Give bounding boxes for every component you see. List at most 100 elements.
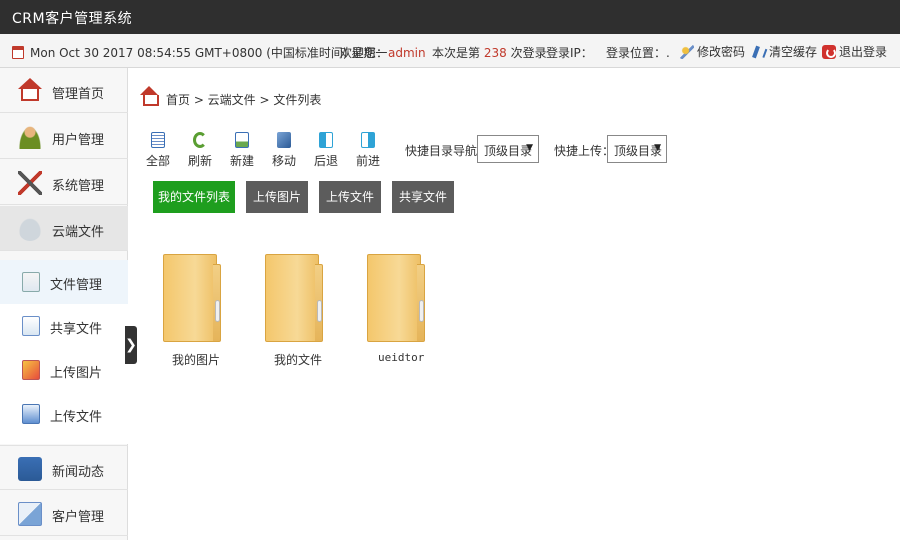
sidebar-subitem-upload-image[interactable]: 上传图片 [0, 348, 128, 392]
login-ip-label: 登录IP： [546, 46, 593, 60]
sidebar-subitem-upload-file[interactable]: 上传文件 [0, 392, 128, 436]
back-icon [319, 132, 333, 148]
move-button[interactable]: 移动 [266, 132, 302, 170]
clear-cache-link[interactable]: 清空缓存 [752, 43, 817, 60]
login-count: 本次是第 238 次登录 [432, 44, 547, 61]
sidebar-item-label: 用户管理 [52, 133, 105, 148]
change-password-link[interactable]: 修改密码 [680, 43, 745, 60]
sidebar: 管理首页 用户管理 系统管理 云端文件 文件管理 共享文件 上传图片 上传文件 [0, 68, 128, 540]
sidebar-subitem-file-manager[interactable]: 文件管理 [0, 260, 128, 304]
broom-icon [752, 45, 766, 59]
tab-upload-image[interactable]: 上传图片 [246, 181, 308, 213]
folder-label[interactable]: 我的文件 [274, 351, 322, 368]
sidebar-item-cloud-files[interactable]: 云端文件 [0, 206, 128, 251]
cloud-icon [18, 217, 42, 241]
forward-icon [361, 132, 375, 148]
welcome-text: 欢迎您：admin [340, 44, 426, 61]
sidebar-item-label: 管理首页 [52, 87, 105, 102]
folder-icon [265, 254, 319, 342]
folder-icon [367, 254, 421, 342]
calendar-icon [12, 46, 24, 59]
tools-icon [18, 171, 42, 195]
toolbar-button-label: 刷新 [187, 154, 212, 168]
dir-nav-selected-value: 顶级目录 [484, 144, 533, 158]
list-all-button[interactable]: 全部 [140, 132, 176, 170]
sidebar-subitem-label: 上传文件 [50, 410, 103, 425]
file-manager-icon [22, 272, 40, 292]
sidebar-item-users[interactable]: 用户管理 [0, 114, 128, 159]
clear-cache-label: 清空缓存 [769, 45, 818, 59]
customer-icon [18, 502, 42, 526]
folder-my-pictures[interactable] [163, 254, 223, 346]
move-icon [277, 132, 291, 148]
sidebar-item-home[interactable]: 管理首页 [0, 68, 128, 113]
breadcrumb-text: 首页 > 云端文件 > 文件列表 [166, 93, 322, 107]
sidebar-item-news[interactable]: 新闻动态 [0, 445, 128, 490]
toolbar-button-label: 前进 [355, 154, 380, 168]
new-icon [235, 132, 249, 148]
sidebar-collapse-toggle[interactable]: ❯ [125, 326, 137, 364]
folder-label[interactable]: ueidtor [378, 351, 424, 364]
toolbar-button-label: 全部 [145, 154, 170, 168]
news-icon [18, 457, 42, 481]
share-file-icon [22, 316, 40, 336]
title-bar: CRM客户管理系统 [0, 0, 900, 34]
folder-label[interactable]: 我的图片 [172, 351, 220, 368]
toolbar-button-label: 移动 [271, 154, 296, 168]
home-icon[interactable] [140, 86, 159, 106]
key-icon [680, 45, 694, 59]
sidebar-item-label: 云端文件 [52, 225, 105, 240]
info-bar: Mon Oct 30 2017 08:54:55 GMT+0800 (中国标准时… [0, 34, 900, 68]
sidebar-subitem-label: 上传图片 [50, 366, 103, 381]
refresh-icon [193, 132, 207, 148]
new-button[interactable]: 新建 [224, 132, 260, 170]
chevron-down-icon: ▼ [526, 143, 533, 153]
folder-icon-clip [419, 300, 424, 322]
image-icon [22, 360, 40, 380]
sidebar-subitem-share-files[interactable]: 共享文件 [0, 304, 128, 348]
quick-upload-label: 快捷上传： [554, 144, 615, 158]
login-count-suffix: 次登录 [510, 46, 547, 60]
power-icon [822, 45, 836, 59]
change-password-label: 修改密码 [697, 45, 746, 59]
forward-button[interactable]: 前进 [350, 132, 386, 170]
sidebar-item-label: 客户管理 [52, 510, 105, 525]
back-button[interactable]: 后退 [308, 132, 344, 170]
home-icon-body [21, 89, 39, 101]
sidebar-item-label: 系统管理 [52, 179, 105, 194]
list-all-icon [151, 132, 165, 148]
refresh-button[interactable]: 刷新 [182, 132, 218, 170]
tab-upload-file[interactable]: 上传文件 [319, 181, 381, 213]
chevron-down-icon: ▼ [654, 143, 661, 153]
folder-icon [163, 254, 217, 342]
sidebar-item-customers[interactable]: 客户管理 [0, 491, 128, 536]
cloud-files-submenu: 文件管理 共享文件 上传图片 上传文件 [0, 260, 128, 444]
user-icon [18, 125, 42, 149]
login-location-label: 登录位置：. [606, 46, 670, 60]
toolbar-button-label: 后退 [313, 154, 338, 168]
folder-icon-clip [317, 300, 322, 322]
logout-link[interactable]: 退出登录 [822, 43, 887, 60]
toolbar-button-label: 新建 [229, 154, 254, 168]
datetime-text: Mon Oct 30 2017 08:54:55 GMT+0800 (中国标准时… [30, 46, 388, 60]
folder-my-files[interactable] [265, 254, 325, 346]
welcome-prefix: 欢迎您： [340, 46, 389, 60]
dir-nav-select[interactable]: 顶级目录 ▼ [477, 135, 539, 163]
folder-ueidtor[interactable] [367, 254, 427, 346]
login-count-value: 238 [483, 46, 507, 60]
app-title: CRM客户管理系统 [12, 11, 133, 27]
folder-icon-clip [215, 300, 220, 322]
tab-share-files[interactable]: 共享文件 [392, 181, 454, 213]
tab-my-files[interactable]: 我的文件列表 [153, 181, 235, 213]
upload-file-icon [22, 404, 40, 424]
login-count-prefix: 本次是第 [432, 46, 481, 60]
datetime-display: Mon Oct 30 2017 08:54:55 GMT+0800 (中国标准时… [12, 44, 387, 61]
sidebar-subitem-label: 共享文件 [50, 322, 103, 337]
sidebar-item-system[interactable]: 系统管理 [0, 160, 128, 205]
sidebar-subitem-label: 文件管理 [50, 278, 103, 293]
sidebar-item-label: 新闻动态 [52, 465, 105, 480]
username: admin [388, 46, 426, 60]
home-icon [18, 78, 42, 89]
quick-upload-select[interactable]: 顶级目录 ▼ [607, 135, 667, 163]
logout-label: 退出登录 [839, 45, 888, 59]
